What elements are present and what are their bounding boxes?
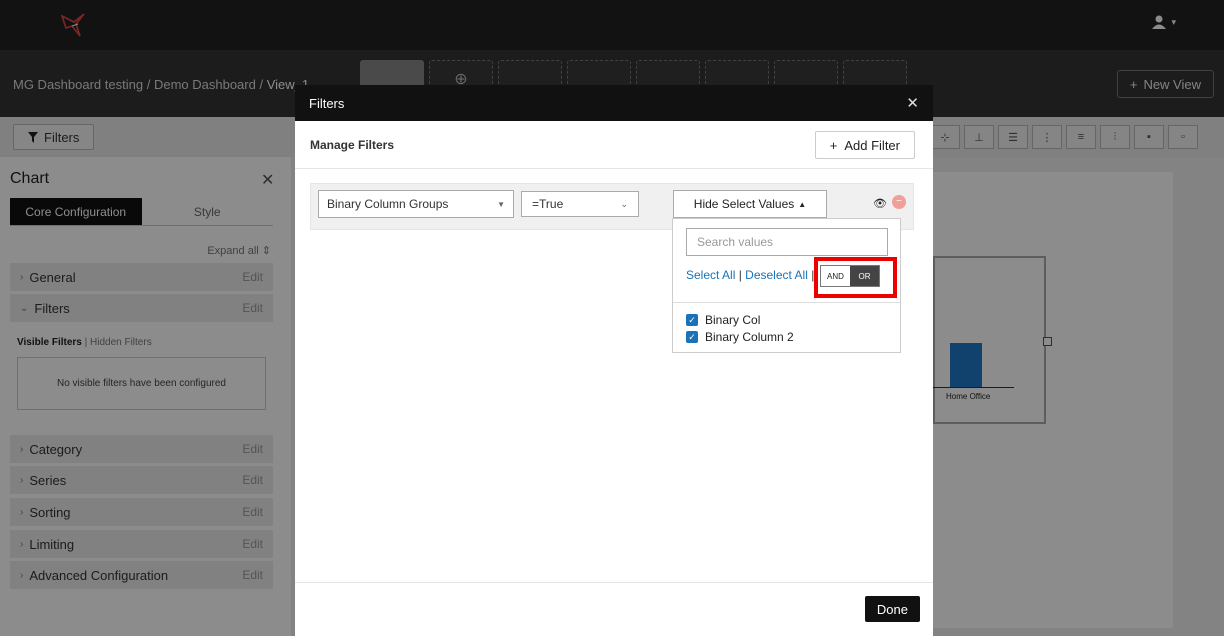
select-links: Select All | Deselect All | (686, 268, 814, 282)
chevron-down-icon: ⌄ (620, 198, 628, 209)
caret-up-icon: ▲ (798, 199, 807, 209)
hide-select-values-button[interactable]: Hide Select Values ▲ (673, 190, 827, 218)
filter-field-select[interactable]: Binary Column Groups ▼ (318, 190, 514, 218)
checkbox-checked-icon[interactable]: ✓ (686, 314, 698, 326)
eye-icon[interactable]: 👁 (873, 197, 887, 210)
manage-filters-title: Manage Filters (310, 138, 395, 152)
caret-down-icon: ▼ (497, 199, 505, 209)
filter-field-value: Binary Column Groups (327, 197, 449, 211)
value-option-label: Binary Column 2 (705, 330, 794, 344)
hide-select-values-label: Hide Select Values (693, 197, 795, 211)
filter-operator-select[interactable]: =True ⌄ (521, 191, 639, 217)
highlight-box (814, 257, 897, 298)
add-filter-label: Add Filter (844, 137, 900, 153)
deselect-all-link[interactable]: Deselect All (745, 268, 808, 282)
done-button[interactable]: Done (864, 596, 920, 622)
modal-footer: Done (295, 582, 933, 636)
add-filter-button[interactable]: + Add Filter (814, 131, 915, 159)
modal-header: Filters ✕ (295, 85, 933, 121)
value-option[interactable]: ✓ Binary Column 2 (686, 330, 794, 344)
values-dropdown: Search values Select All | Deselect All … (672, 218, 901, 353)
remove-filter-icon[interactable]: − (892, 195, 906, 209)
divider (673, 302, 900, 303)
value-option-label: Binary Col (705, 313, 761, 327)
checkbox-checked-icon[interactable]: ✓ (686, 331, 698, 343)
filter-operator-value: =True (532, 197, 564, 211)
manage-filters-row: Manage Filters + Add Filter (295, 121, 933, 169)
search-placeholder: Search values (697, 235, 774, 249)
link-separator: | (738, 268, 742, 282)
search-values-input[interactable]: Search values (686, 228, 888, 256)
filters-modal: Filters ✕ Manage Filters + Add Filter Bi… (295, 85, 933, 636)
value-option[interactable]: ✓ Binary Col (686, 313, 760, 327)
modal-title: Filters (309, 95, 345, 111)
close-icon[interactable]: ✕ (906, 94, 919, 112)
select-all-link[interactable]: Select All (686, 268, 735, 282)
plus-icon: + (829, 137, 838, 153)
